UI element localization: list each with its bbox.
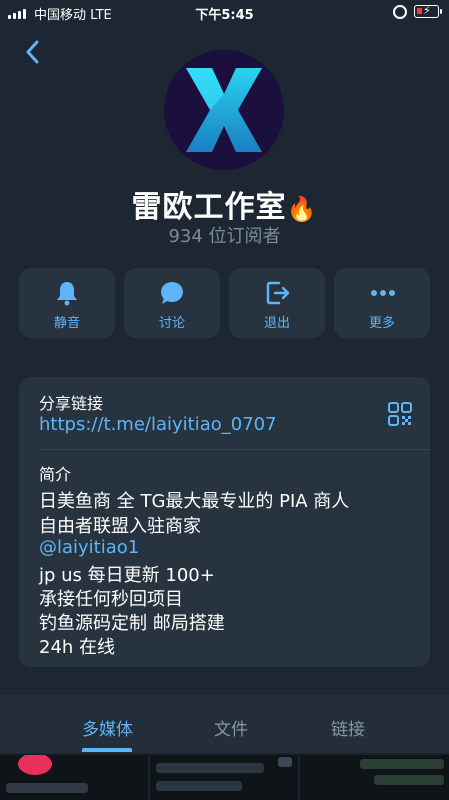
- bio-line: jp us 每日更新 100+: [39, 565, 215, 586]
- thumbnail-image: [18, 755, 52, 775]
- channel-title: 雷欧工作室🔥: [131, 190, 318, 225]
- tab-media[interactable]: 多媒体: [82, 715, 133, 740]
- shared-content-tabs: 多媒体 文件 链接: [0, 695, 449, 753]
- bio-line: 承接任何秒回项目: [39, 589, 183, 610]
- qr-code-icon: [388, 402, 412, 426]
- leave-label: 退出: [263, 316, 290, 331]
- bio-label: 简介: [39, 465, 72, 484]
- action-row: 静音 讨论 退出 更多: [19, 268, 430, 340]
- tab-links[interactable]: 链接: [331, 715, 365, 740]
- bio-username-link[interactable]: @laiyitiao1: [39, 537, 139, 558]
- info-card: 分享链接 https://t.me/laiyitiao_0707 简介 日美鱼商…: [19, 377, 430, 667]
- share-link-label: 分享链接: [39, 394, 104, 413]
- battery-icon: ⚡: [414, 4, 442, 18]
- bio-line: 24h 在线: [39, 637, 116, 658]
- mute-label: 静音: [53, 316, 80, 331]
- fire-emoji: 🔥: [286, 195, 318, 223]
- bio-line: 日美鱼商 全 TG最大最专业的 PIA 商人: [39, 491, 350, 512]
- divider: [39, 449, 430, 450]
- back-button[interactable]: [22, 38, 46, 66]
- discuss-label: 讨论: [158, 316, 185, 331]
- qr-code-button[interactable]: [387, 401, 413, 427]
- more-icon: [371, 290, 395, 296]
- media-thumbnail[interactable]: [300, 755, 449, 800]
- leave-icon: [266, 281, 290, 305]
- media-thumbnail[interactable]: [0, 755, 148, 800]
- leave-button[interactable]: 退出: [229, 268, 325, 338]
- bio-line: 钓鱼源码定制 邮局搭建: [39, 613, 225, 634]
- channel-avatar[interactable]: [164, 50, 284, 170]
- status-time: 下午5:45: [195, 8, 254, 23]
- status-bar: 中国移动 LTE 下午5:45 ⚡: [0, 0, 449, 26]
- subscriber-count: 934 位订阅者: [168, 226, 281, 247]
- bell-icon: [57, 282, 77, 306]
- bio-line: 自由者联盟入驻商家: [39, 516, 201, 537]
- more-label: 更多: [368, 316, 395, 331]
- mute-button[interactable]: 静音: [19, 268, 115, 338]
- x-logo-icon: [164, 50, 284, 170]
- more-button[interactable]: 更多: [334, 268, 430, 338]
- media-thumbnail[interactable]: [150, 755, 298, 800]
- media-grid: [0, 753, 449, 800]
- tab-files[interactable]: 文件: [214, 715, 248, 740]
- share-link[interactable]: https://t.me/laiyitiao_0707: [39, 414, 277, 435]
- chevron-left-icon: [26, 40, 39, 64]
- chat-bubble-icon: [161, 282, 183, 304]
- tab-indicator: [82, 748, 132, 752]
- discuss-button[interactable]: 讨论: [124, 268, 220, 338]
- orientation-lock-icon: [393, 5, 407, 19]
